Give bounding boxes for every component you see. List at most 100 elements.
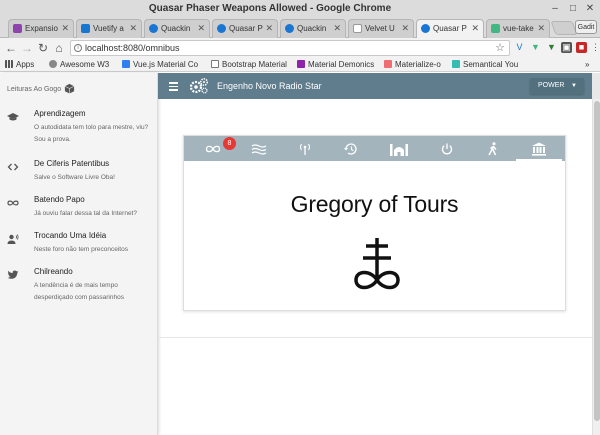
browser-tab[interactable]: Quasar P ✕: [212, 19, 278, 38]
leviathan-cross-icon: [354, 238, 400, 290]
bookmark-star-icon[interactable]: ☆: [495, 41, 505, 55]
browser-tab[interactable]: Expansio ✕: [8, 19, 74, 38]
card-tab-bar: [184, 136, 565, 161]
window-titlebar: Quasar Phaser Weapons Allowed - Google C…: [0, 0, 600, 18]
tab-waves[interactable]: [236, 136, 282, 161]
sidebar-item-title: Chilreando: [34, 267, 73, 276]
bookmark-apps[interactable]: Apps: [5, 59, 34, 71]
museum-icon: [532, 142, 546, 156]
quasar-favicon-icon: [217, 24, 226, 33]
back-icon[interactable]: ←: [4, 40, 18, 56]
tab-close-icon[interactable]: ✕: [197, 23, 205, 34]
browser-toolbar: ← → ↻ ⌂ i localhost:8080/omnibus ☆ V ▼ ▼…: [0, 38, 600, 58]
extension-green-icon[interactable]: ▼: [546, 42, 557, 53]
tab-walk[interactable]: [470, 136, 516, 161]
material-icon: [297, 60, 305, 68]
tab-close-icon[interactable]: ✕: [61, 23, 69, 34]
sidebar-item-trocando-uma-ideia[interactable]: Trocando Uma Idéia Neste foro não tem pr…: [0, 231, 158, 259]
extension-red-icon[interactable]: ■: [576, 42, 587, 53]
page-scrollbar[interactable]: [592, 99, 600, 435]
bookmark-awesome-w3[interactable]: Awesome W3: [49, 59, 109, 71]
sidebar-item-title: Trocando Uma Idéia: [34, 231, 107, 240]
power-dropdown-button[interactable]: POWER ▼: [530, 78, 584, 94]
tab-antenna[interactable]: [282, 136, 328, 161]
card-title: Gregory of Tours: [290, 191, 459, 217]
content-card: Gregory of Tours: [183, 135, 566, 311]
app-header: Engenho Novo Radio Star POWER ▼: [158, 73, 600, 99]
semantic-icon: [452, 60, 460, 68]
tab-close-icon[interactable]: ✕: [333, 23, 341, 34]
gears-icon: [189, 77, 209, 94]
reload-icon[interactable]: ↻: [36, 40, 50, 56]
quasar-favicon-icon: [285, 24, 294, 33]
vuetify-extension-icon[interactable]: V: [514, 42, 525, 53]
mosque-icon: [390, 144, 408, 156]
tab-history[interactable]: [328, 136, 374, 161]
bookmark-vuejs-material[interactable]: Vue.js Material Co: [122, 59, 198, 71]
tab-close-icon[interactable]: ✕: [471, 23, 479, 34]
browser-tab-active[interactable]: Quasar P ✕: [416, 19, 484, 38]
divider: [158, 337, 592, 338]
tab-close-icon[interactable]: ✕: [129, 23, 137, 34]
profile-button[interactable]: Gadit: [575, 20, 597, 34]
tab-museum[interactable]: [516, 136, 562, 161]
tab-close-icon[interactable]: ✕: [537, 23, 545, 34]
tab-close-icon[interactable]: ✕: [401, 23, 409, 34]
address-bar[interactable]: i localhost:8080/omnibus ☆: [70, 40, 510, 56]
browser-tab[interactable]: Velvet U ✕: [348, 19, 414, 38]
bookmark-bootstrap-material[interactable]: Bootstrap Material: [211, 59, 287, 71]
vue-favicon-icon: [491, 24, 500, 33]
close-window-icon[interactable]: ✕: [583, 2, 597, 16]
page-favicon-icon: [353, 24, 362, 33]
home-icon[interactable]: ⌂: [52, 40, 66, 56]
sidebar-item-chilreando[interactable]: Chilreando A tendência é de mais tempo d…: [0, 267, 158, 307]
record-voice-icon: [7, 234, 19, 244]
minimize-icon[interactable]: –: [548, 2, 562, 16]
forward-icon[interactable]: →: [20, 40, 34, 56]
sidebar-item-subtitle: Neste foro não tem preconceitos: [34, 246, 128, 253]
quasar-favicon-icon: [149, 24, 158, 33]
quasar-favicon-icon: [421, 24, 430, 33]
caret-down-icon: ▼: [571, 83, 577, 89]
app-title: Engenho Novo Radio Star: [217, 81, 322, 91]
sidebar-item-title: De Ciferis Patentibus: [34, 159, 110, 168]
appbar-scroll-gutter: [592, 73, 600, 99]
bookmark-materialize[interactable]: Materialize-o: [384, 59, 441, 71]
sidebar-header: Leituras Ao Gogo: [7, 86, 62, 93]
sidebar-item-de-ciferis[interactable]: De Ciferis Patentibus Salve o Software L…: [0, 159, 158, 187]
tab-power[interactable]: [424, 136, 470, 161]
bookmark-semantical[interactable]: Semantical You: [452, 59, 518, 71]
browser-tab[interactable]: Vuetify a ✕: [76, 19, 142, 38]
bookmarks-overflow-icon[interactable]: »: [585, 59, 589, 71]
sidebar-item-subtitle: Salve o Software Livre Oba!: [34, 174, 115, 181]
code-icon: [7, 163, 19, 171]
info-icon[interactable]: i: [74, 44, 82, 52]
maximize-icon[interactable]: □: [566, 2, 580, 16]
sidebar-item-aprendizagem[interactable]: Aprendizagem O autodidata tem tolo para …: [0, 109, 158, 145]
apps-grid-icon: [5, 60, 13, 68]
tab-mosque[interactable]: [374, 136, 420, 161]
sidebar-item-batendo-papo[interactable]: Batendo Papo Já ouviu falar dessa tal da…: [0, 195, 158, 223]
twitter-icon: [7, 270, 19, 279]
expansion-favicon-icon: [13, 24, 22, 33]
materialize-icon: [384, 60, 392, 68]
new-tab-button[interactable]: [550, 21, 578, 35]
page-icon: [211, 60, 219, 68]
sidebar-item-subtitle: O autodidata tem tolo para mestre, viu? …: [34, 124, 149, 143]
sidebar-item-title: Batendo Papo: [34, 195, 85, 204]
notification-badge: 8: [223, 137, 236, 150]
vue-devtools-icon[interactable]: ▼: [530, 42, 541, 53]
scrollbar-thumb[interactable]: [594, 101, 600, 421]
vue-icon: [122, 60, 130, 68]
browser-tab[interactable]: vue-take ✕: [486, 19, 550, 38]
menu-icon[interactable]: [169, 82, 178, 91]
walk-icon: [488, 142, 497, 156]
bookmark-material-demonics[interactable]: Material Demonics: [297, 59, 374, 71]
sidebar: Leituras Ao Gogo Aprendizagem O autodida…: [0, 73, 158, 435]
tab-close-icon[interactable]: ✕: [265, 23, 273, 34]
extension-dark-icon[interactable]: ▣: [561, 42, 572, 53]
chrome-menu-icon[interactable]: ⋮: [590, 42, 600, 53]
history-icon: [344, 143, 357, 155]
browser-tab[interactable]: Quackin ✕: [144, 19, 210, 38]
browser-tab[interactable]: Quackin ✕: [280, 19, 346, 38]
